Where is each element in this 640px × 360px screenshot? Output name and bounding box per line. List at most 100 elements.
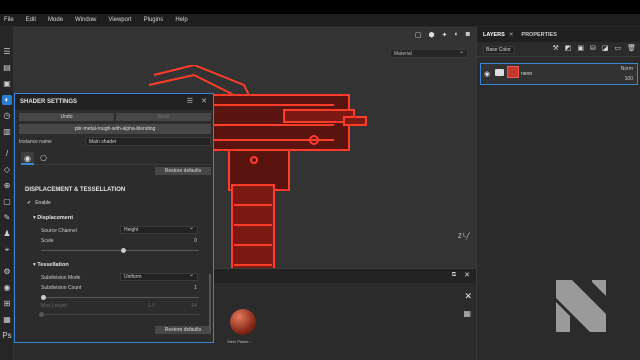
close-icon[interactable]: ✕ — [201, 97, 207, 105]
menu-mode[interactable]: Mode — [48, 17, 63, 23]
max-length-value: 1.0 — [148, 303, 155, 309]
scale-slider-thumb[interactable] — [121, 248, 127, 253]
layer-name[interactable]: neon — [521, 71, 532, 77]
shader-name-button[interactable]: pbr-metal-rough-with-alpha-blending — [19, 124, 211, 134]
max-length-max: 64 — [191, 303, 197, 309]
max-length-track — [41, 314, 199, 315]
undock-icon[interactable]: ⧉ — [452, 272, 456, 279]
menu-file[interactable]: File — [4, 17, 14, 23]
undo-button[interactable]: Undo — [19, 113, 114, 121]
menu-edit[interactable]: Edit — [26, 17, 36, 23]
camera-icon[interactable]: ◙ — [466, 31, 470, 39]
shader-settings-icon[interactable]: ◐ — [2, 95, 12, 105]
subdivision-mode-label: Subdivision Mode — [41, 275, 81, 281]
source-channel-label: Source Channel — [41, 228, 77, 234]
grid-view-icon[interactable]: ▦ — [463, 309, 471, 318]
menu-help[interactable]: Help — [175, 17, 187, 23]
scale-value: 0 — [194, 238, 197, 244]
axis-gizmo: Z└╱ — [458, 234, 470, 240]
displacement-section-title: DISPLACEMENT & TESSELLATION — [25, 187, 126, 193]
menu-icon[interactable]: ☰ — [187, 97, 193, 105]
restore-defaults-button[interactable]: Restore defaults — [155, 167, 211, 175]
viewport-toolbar: ▢ ⬢ ✦ ◐ ◙ — [415, 31, 470, 39]
add-folder-icon[interactable]: ▭ — [614, 44, 621, 52]
menu-plugins[interactable]: Plugins — [144, 17, 164, 23]
picker-icon[interactable]: ⌖ — [2, 245, 12, 255]
geometry-mask-icon[interactable]: ▢ — [2, 197, 12, 207]
source-channel-select[interactable]: Height — [120, 225, 198, 234]
instance-name-input[interactable]: Main shader — [85, 137, 211, 146]
delete-icon[interactable]: 🗑 — [627, 44, 636, 52]
max-length-label: Max Length — [41, 303, 68, 309]
clone-icon[interactable]: ♟ — [2, 229, 12, 239]
subdivision-mode-select[interactable]: Uniform — [120, 272, 198, 281]
displacement-icon[interactable]: ⎔ — [37, 152, 50, 165]
undo-redo-bar: Undo Redo — [19, 113, 211, 121]
texture-set-icon[interactable]: ▤ — [2, 63, 12, 73]
blend-mode[interactable]: Norm — [621, 66, 633, 72]
plugin-icon[interactable]: ▦ — [2, 315, 12, 325]
left-toolbar: ☰ ▤ ▣ ◐ ◷ ▥ / ◇ ⊕ ▢ ✎ ♟ ⌖ ⚙ ◉ ⊞ ▦ Ps — [0, 27, 14, 360]
light-icon[interactable]: ✦ — [442, 31, 448, 39]
layer-opacity[interactable]: 100 — [625, 76, 633, 82]
instance-name-label: Instance name — [19, 139, 52, 145]
redo-button[interactable]: Redo — [116, 113, 211, 121]
visibility-eye-icon[interactable]: ◉ — [484, 70, 490, 78]
history-icon[interactable]: ◷ — [2, 111, 12, 121]
smudge-icon[interactable]: ✎ — [2, 213, 12, 223]
close-tab-icon[interactable]: ✕ — [509, 32, 514, 38]
subdivision-count-value: 1 — [194, 285, 197, 291]
close-icon[interactable]: ✕ — [464, 271, 470, 279]
displacement-group-toggle[interactable]: ▾ Displacement — [33, 215, 73, 221]
material-thumbnail-label: Steel Painte... — [227, 339, 252, 344]
layers-tabs: LAYERS ✕ PROPERTIES — [477, 27, 640, 42]
material-picker-icon[interactable]: ◉ — [2, 283, 12, 293]
subdivision-count-label: Subdivision Count — [41, 285, 82, 291]
display-settings-icon[interactable]: ▣ — [2, 79, 12, 89]
material-thumbnail[interactable] — [230, 309, 256, 335]
menu-bar: File Edit Mode Window Viewport Plugins H… — [0, 14, 640, 27]
add-layer-icon[interactable]: ◪ — [602, 44, 609, 52]
restore-defaults-button-bottom[interactable]: Restore defaults — [155, 326, 211, 334]
viewport-channel-select[interactable]: Material — [390, 48, 468, 58]
panel-scrollbar[interactable] — [209, 274, 211, 334]
subdivision-count-thumb[interactable] — [41, 295, 46, 300]
layer-tools: ⚒ ◩ ▣ ⛁ ◪ ▭ 🗑 — [552, 44, 636, 52]
shader-settings-title: SHADER SETTINGS ☰ ✕ — [15, 94, 213, 110]
channel-select[interactable]: Base Color — [483, 46, 515, 54]
layers-stack-icon[interactable]: ☰ — [2, 47, 12, 57]
cube-icon[interactable]: ⬢ — [429, 31, 435, 39]
scale-slider-track[interactable] — [41, 250, 199, 251]
eraser-icon[interactable]: ◇ — [2, 165, 12, 175]
scale-label: Scale — [41, 238, 54, 244]
add-fill-layer-icon[interactable]: ▣ — [577, 44, 584, 52]
add-effect-icon[interactable]: ⚒ — [552, 44, 558, 52]
brush-icon[interactable]: / — [2, 149, 12, 159]
shader-settings-panel: SHADER SETTINGS ☰ ✕ Undo Redo pbr-metal-… — [14, 93, 214, 343]
check-icon: ✔ — [27, 200, 32, 206]
max-length-thumb — [39, 312, 44, 317]
python-icon[interactable]: Ps — [2, 331, 12, 341]
layers-toolbar: Base Color ⚒ ◩ ▣ ⛁ ◪ ▭ 🗑 — [477, 42, 640, 57]
subdivision-count-track[interactable] — [41, 297, 199, 298]
tab-properties[interactable]: PROPERTIES — [521, 32, 556, 38]
paint-bucket-icon[interactable]: ⛁ — [590, 44, 596, 52]
tessellation-group-toggle[interactable]: ▾ Tessellation — [33, 262, 69, 268]
layer-row[interactable]: ◉ neon Norm 100 — [480, 63, 638, 85]
render-icon[interactable]: ◐ — [455, 31, 459, 39]
add-mask-icon[interactable]: ◩ — [565, 44, 572, 52]
layer-thumbnail — [507, 66, 519, 78]
menu-window[interactable]: Window — [75, 17, 96, 23]
menu-viewport[interactable]: Viewport — [108, 17, 131, 23]
projection-icon[interactable]: ⊕ — [2, 181, 12, 191]
grid-icon[interactable]: ⊞ — [2, 299, 12, 309]
folder-icon — [495, 69, 504, 76]
shader-tabs: ◉ ⎔ — [19, 152, 211, 165]
shader-parameters-icon[interactable]: ◉ — [21, 152, 34, 165]
shelf-close-icon[interactable]: ✕ — [464, 291, 472, 302]
enable-checkbox[interactable]: ✔ Enable — [27, 200, 51, 206]
polygon-fill-icon[interactable]: ⚙ — [2, 267, 12, 277]
frame-icon[interactable]: ▢ — [415, 31, 422, 39]
bake-icon[interactable]: ▥ — [2, 127, 12, 137]
tab-layers[interactable]: LAYERS — [483, 32, 505, 38]
